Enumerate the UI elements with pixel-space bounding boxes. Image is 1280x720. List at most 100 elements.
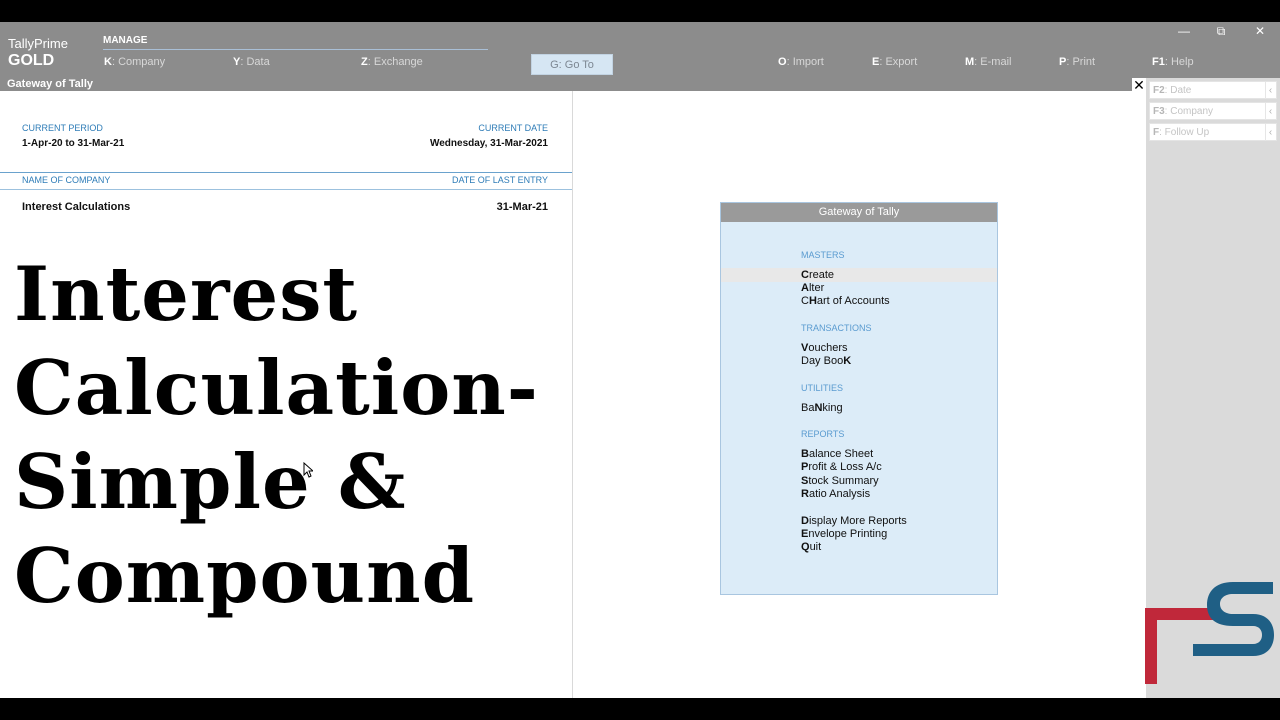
menu-label: Import — [792, 56, 824, 68]
item-text: ouchers — [808, 342, 848, 354]
menu-item-stock-summary[interactable]: Stock Summary — [801, 475, 879, 487]
button-label: Follow Up — [1164, 127, 1210, 138]
menu-label: Data — [246, 56, 270, 68]
item-text: lter — [808, 282, 825, 294]
chevron-left-icon: ‹ — [1265, 103, 1275, 120]
menu-company[interactable]: K: Company — [104, 56, 165, 68]
item-text: king — [822, 402, 843, 414]
divider — [0, 172, 572, 173]
menu-label: Help — [1170, 56, 1194, 68]
menu-item-day-book[interactable]: Day BooK — [801, 355, 851, 367]
manage-underline — [103, 49, 488, 50]
company-name-label: NAME OF COMPANY — [22, 175, 111, 185]
menu-item-envelope-printing[interactable]: Envelope Printing — [801, 528, 887, 540]
bottom-black-band — [0, 698, 1280, 720]
app-name: TallyPrime — [8, 36, 68, 51]
item-text: reate — [808, 269, 835, 281]
hotkey: A — [801, 282, 809, 294]
date-button[interactable]: F2: Date ‹ — [1149, 81, 1277, 99]
company-name[interactable]: Interest Calculations — [22, 201, 130, 213]
item-text: Day Boo — [801, 355, 844, 367]
item-text: C — [801, 295, 809, 307]
menu-key: M — [965, 56, 975, 68]
manage-section-label: MANAGE — [103, 35, 148, 46]
current-period-value: 1-Apr-20 to 31-Mar-21 — [22, 138, 125, 149]
title-line: Compound — [14, 532, 476, 620]
item-text: tock Summary — [808, 475, 879, 487]
menu-item-create[interactable]: Create — [801, 269, 834, 281]
section-utilities: UTILITIES — [801, 383, 844, 393]
hotkey: R — [801, 488, 809, 500]
window-title: Gateway of Tally — [7, 78, 93, 90]
close-screen-icon[interactable]: ✕ — [1132, 78, 1146, 92]
minimize-icon[interactable]: — — [1176, 24, 1192, 38]
hotkey: D — [801, 515, 809, 527]
hotkey: C — [801, 269, 809, 281]
menu-print[interactable]: P: Print — [1059, 56, 1095, 68]
menu-key: P — [1059, 56, 1067, 68]
menu-key: K — [104, 56, 112, 68]
item-text: rofit & Loss A/c — [808, 461, 882, 473]
menu-item-ratio-analysis[interactable]: Ratio Analysis — [801, 488, 870, 500]
menu-exchange[interactable]: Z: Exchange — [361, 56, 423, 68]
menu-label: E-mail — [980, 56, 1012, 68]
goto-button[interactable]: G: Go To — [531, 54, 613, 75]
item-text: nvelope Printing — [808, 528, 888, 540]
menu-item-chart-of-accounts[interactable]: CHart of Accounts — [801, 295, 890, 307]
gateway-menu: Gateway of Tally MASTERS Create Alter CH… — [720, 202, 998, 595]
channel-logo-icon — [1145, 582, 1274, 684]
item-text: alance Sheet — [808, 448, 874, 460]
menu-key: Y — [233, 56, 241, 68]
button-label: Date — [1170, 85, 1192, 96]
restore-icon[interactable]: ⧉ — [1213, 24, 1229, 39]
menu-key: E — [872, 56, 880, 68]
item-text: Ba — [801, 402, 815, 414]
title-line: Simple & — [14, 438, 407, 526]
menu-label: Go To — [564, 59, 594, 71]
hotkey: K — [843, 355, 852, 367]
menu-label: Print — [1072, 56, 1096, 68]
divider — [0, 189, 572, 190]
menu-label: Exchange — [373, 56, 423, 68]
top-black-band — [0, 0, 1280, 22]
video-title-overlay: Interest Calculation- Simple & Compound — [14, 247, 539, 623]
menu-item-alter[interactable]: Alter — [801, 282, 824, 294]
company-button[interactable]: F3: Company ‹ — [1149, 102, 1277, 120]
current-period-label: CURRENT PERIOD — [22, 123, 103, 133]
menu-key: F1 — [1152, 56, 1165, 68]
menu-item-profit-loss[interactable]: Profit & Loss A/c — [801, 461, 882, 473]
menu-email[interactable]: M: E-mail — [965, 56, 1011, 68]
menu-item-vouchers[interactable]: Vouchers — [801, 342, 847, 354]
menu-item-balance-sheet[interactable]: Balance Sheet — [801, 448, 873, 460]
menu-export[interactable]: E: Export — [872, 56, 917, 68]
menu-data[interactable]: Y: Data — [233, 56, 270, 68]
menu-key: Z — [361, 56, 368, 68]
gateway-menu-title: Gateway of Tally — [721, 203, 997, 222]
menu-label: Export — [885, 56, 918, 68]
hotkey: B — [801, 448, 809, 460]
brand: TallyPrime GOLD — [8, 36, 68, 70]
company-info-panel: CURRENT PERIOD 1-Apr-20 to 31-Mar-21 CUR… — [0, 91, 573, 698]
menu-item-banking[interactable]: BaNking — [801, 402, 843, 414]
button-key: F3 — [1153, 106, 1165, 117]
top-menu-bar: TallyPrime GOLD MANAGE K: Company Y: Dat… — [0, 22, 1280, 78]
current-date-value: Wednesday, 31-Mar-2021 — [429, 138, 548, 149]
menu-key: O — [778, 56, 787, 68]
section-masters: MASTERS — [801, 250, 845, 260]
button-key: F — [1153, 127, 1160, 138]
menu-item-quit[interactable]: Quit — [801, 541, 821, 553]
menu-import[interactable]: O: Import — [778, 56, 824, 68]
menu-key: G — [550, 59, 559, 71]
selection-highlight — [721, 268, 997, 282]
window-title-bar: Gateway of Tally — [0, 78, 1146, 91]
last-entry-date: 31-Mar-21 — [496, 201, 548, 213]
hotkey: H — [808, 295, 817, 307]
chevron-left-icon: ‹ — [1265, 82, 1275, 99]
menu-item-display-more-reports[interactable]: Display More Reports — [801, 515, 907, 527]
close-window-icon[interactable]: ✕ — [1252, 24, 1268, 38]
menu-help[interactable]: F1: Help — [1152, 56, 1194, 68]
app-edition: GOLD — [8, 52, 55, 69]
button-label: Company — [1170, 106, 1214, 117]
follow-up-button[interactable]: F: Follow Up ‹ — [1149, 123, 1277, 141]
section-transactions: TRANSACTIONS — [801, 323, 872, 333]
